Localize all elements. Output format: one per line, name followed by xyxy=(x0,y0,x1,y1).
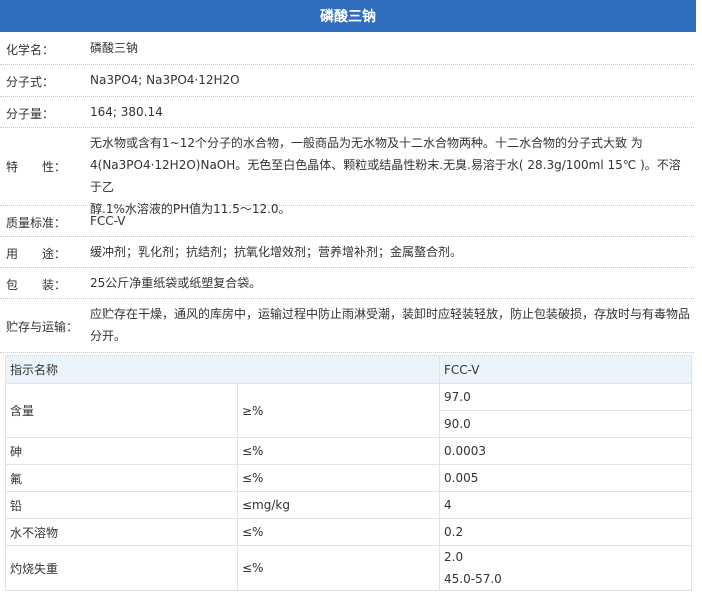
weight-label: 分子量： xyxy=(6,107,55,121)
storage-label: 贮存与运输： xyxy=(6,320,79,334)
standard-label: 质量标准： xyxy=(6,216,67,230)
spec-row-unit: ≤% xyxy=(236,545,441,591)
spec-row-value-line: 2.0 xyxy=(444,550,464,564)
spec-row-unit: ≤% xyxy=(236,437,441,465)
spec-row-name: 氟 xyxy=(5,464,238,492)
table-row: 砷 ≤% 0.0003 xyxy=(5,437,693,465)
info-row-weight: 分子量： 164; 380.14 xyxy=(0,96,694,128)
chemical-name-value: 磷酸三钠 xyxy=(90,41,139,55)
info-row-standard: 质量标准： FCC-V xyxy=(0,205,694,237)
storage-value: 应贮存在干燥，通风的库房中，运输过程中防止雨淋受潮，装卸时应轻装轻放，防止包装破… xyxy=(90,303,690,347)
page-title: 磷酸三钠 xyxy=(0,0,696,32)
spec-row-unit: ≤mg/kg xyxy=(236,491,441,519)
spec-row-value: 2.0 45.0-57.0 xyxy=(439,545,693,591)
spec-header-standard: FCC-V xyxy=(439,355,693,384)
table-row: 氟 ≤% 0.005 xyxy=(5,464,693,492)
formula-value: Na3PO4; Na3PO4·12H2O xyxy=(90,73,240,87)
formula-label: 分子式： xyxy=(6,75,55,89)
spec-row-value: 4 xyxy=(439,491,693,519)
spec-table-header: 指示名称 FCC-V xyxy=(4,355,693,384)
spec-row-value: 97.0 xyxy=(439,383,693,411)
standard-value: FCC-V xyxy=(90,214,126,228)
spec-row-unit: ≤% xyxy=(236,464,441,492)
properties-line: 无水物或含有1~12个分子的水合物，一般商品为无水物及十二水合物两种。十二水合物… xyxy=(90,136,643,150)
spec-row-name: 水不溶物 xyxy=(5,518,238,546)
usage-label: 用 途： xyxy=(6,247,67,261)
packaging-label: 包 装： xyxy=(6,278,67,292)
properties-line: 4(Na3PO4·12H2O)NaOH。无色至白色晶体、颗粒或结晶性粉末.无臭.… xyxy=(90,158,681,194)
spec-row-name: 灼烧失重 xyxy=(5,545,238,591)
info-row-chemical-name: 化学名： 磷酸三钠 xyxy=(0,32,694,65)
info-row-formula: 分子式： Na3PO4; Na3PO4·12H2O xyxy=(0,64,694,97)
storage-line: 分开。 xyxy=(90,329,127,343)
info-row-packaging: 包 装： 25公斤净重纸袋或纸塑复合袋。 xyxy=(0,267,694,299)
info-row-storage: 贮存与运输： 应贮存在干燥，通风的库房中，运输过程中防止雨淋受潮，装卸时应轻装轻… xyxy=(0,298,694,353)
info-row-properties: 特 性： 无水物或含有1~12个分子的水合物，一般商品为无水物及十二水合物两种。… xyxy=(0,127,694,216)
packaging-value: 25公斤净重纸袋或纸塑复合袋。 xyxy=(90,276,262,290)
spec-row-value: 0.005 xyxy=(439,464,693,492)
spec-row-value: 0.0003 xyxy=(439,437,693,465)
weight-value: 164; 380.14 xyxy=(90,105,163,119)
spec-row-name: 砷 xyxy=(5,437,238,465)
product-page: 磷酸三钠 化学名： 磷酸三钠 分子式： Na3PO4; Na3PO4·12H2O… xyxy=(0,0,702,593)
usage-value: 缓冲剂；乳化剂；抗结剂；抗氧化增效剂；营养增补剂；金属螯合剂。 xyxy=(90,245,463,259)
properties-label: 特 性： xyxy=(6,160,67,174)
table-row: 含量 ≥% 97.0 xyxy=(5,383,693,438)
spec-row-name: 铅 xyxy=(5,491,238,519)
spec-row-value: 0.2 xyxy=(439,518,693,546)
spec-header-name: 指示名称 xyxy=(4,355,441,384)
spec-row-name: 含量 xyxy=(5,383,238,438)
spec-row-value: 90.0 xyxy=(439,410,693,438)
storage-line: 应贮存在干燥，通风的库房中，运输过程中防止雨淋受潮，装卸时应轻装轻放，防止包装破… xyxy=(90,307,691,321)
chemical-name-label: 化学名： xyxy=(6,43,55,57)
spec-table: 指示名称 FCC-V 含量 ≥% 97.0 90.0 砷 ≤% 0.0003 氟… xyxy=(4,355,693,591)
spec-row-unit: ≤% xyxy=(236,518,441,546)
table-row: 铅 ≤mg/kg 4 xyxy=(5,491,693,519)
spec-row-unit: ≥% xyxy=(236,383,441,438)
info-row-usage: 用 途： 缓冲剂；乳化剂；抗结剂；抗氧化增效剂；营养增补剂；金属螯合剂。 xyxy=(0,236,694,268)
table-row: 水不溶物 ≤% 0.2 xyxy=(5,518,693,546)
table-row: 灼烧失重 ≤% 2.0 45.0-57.0 xyxy=(5,545,693,591)
spec-row-value-line: 45.0-57.0 xyxy=(444,572,502,586)
